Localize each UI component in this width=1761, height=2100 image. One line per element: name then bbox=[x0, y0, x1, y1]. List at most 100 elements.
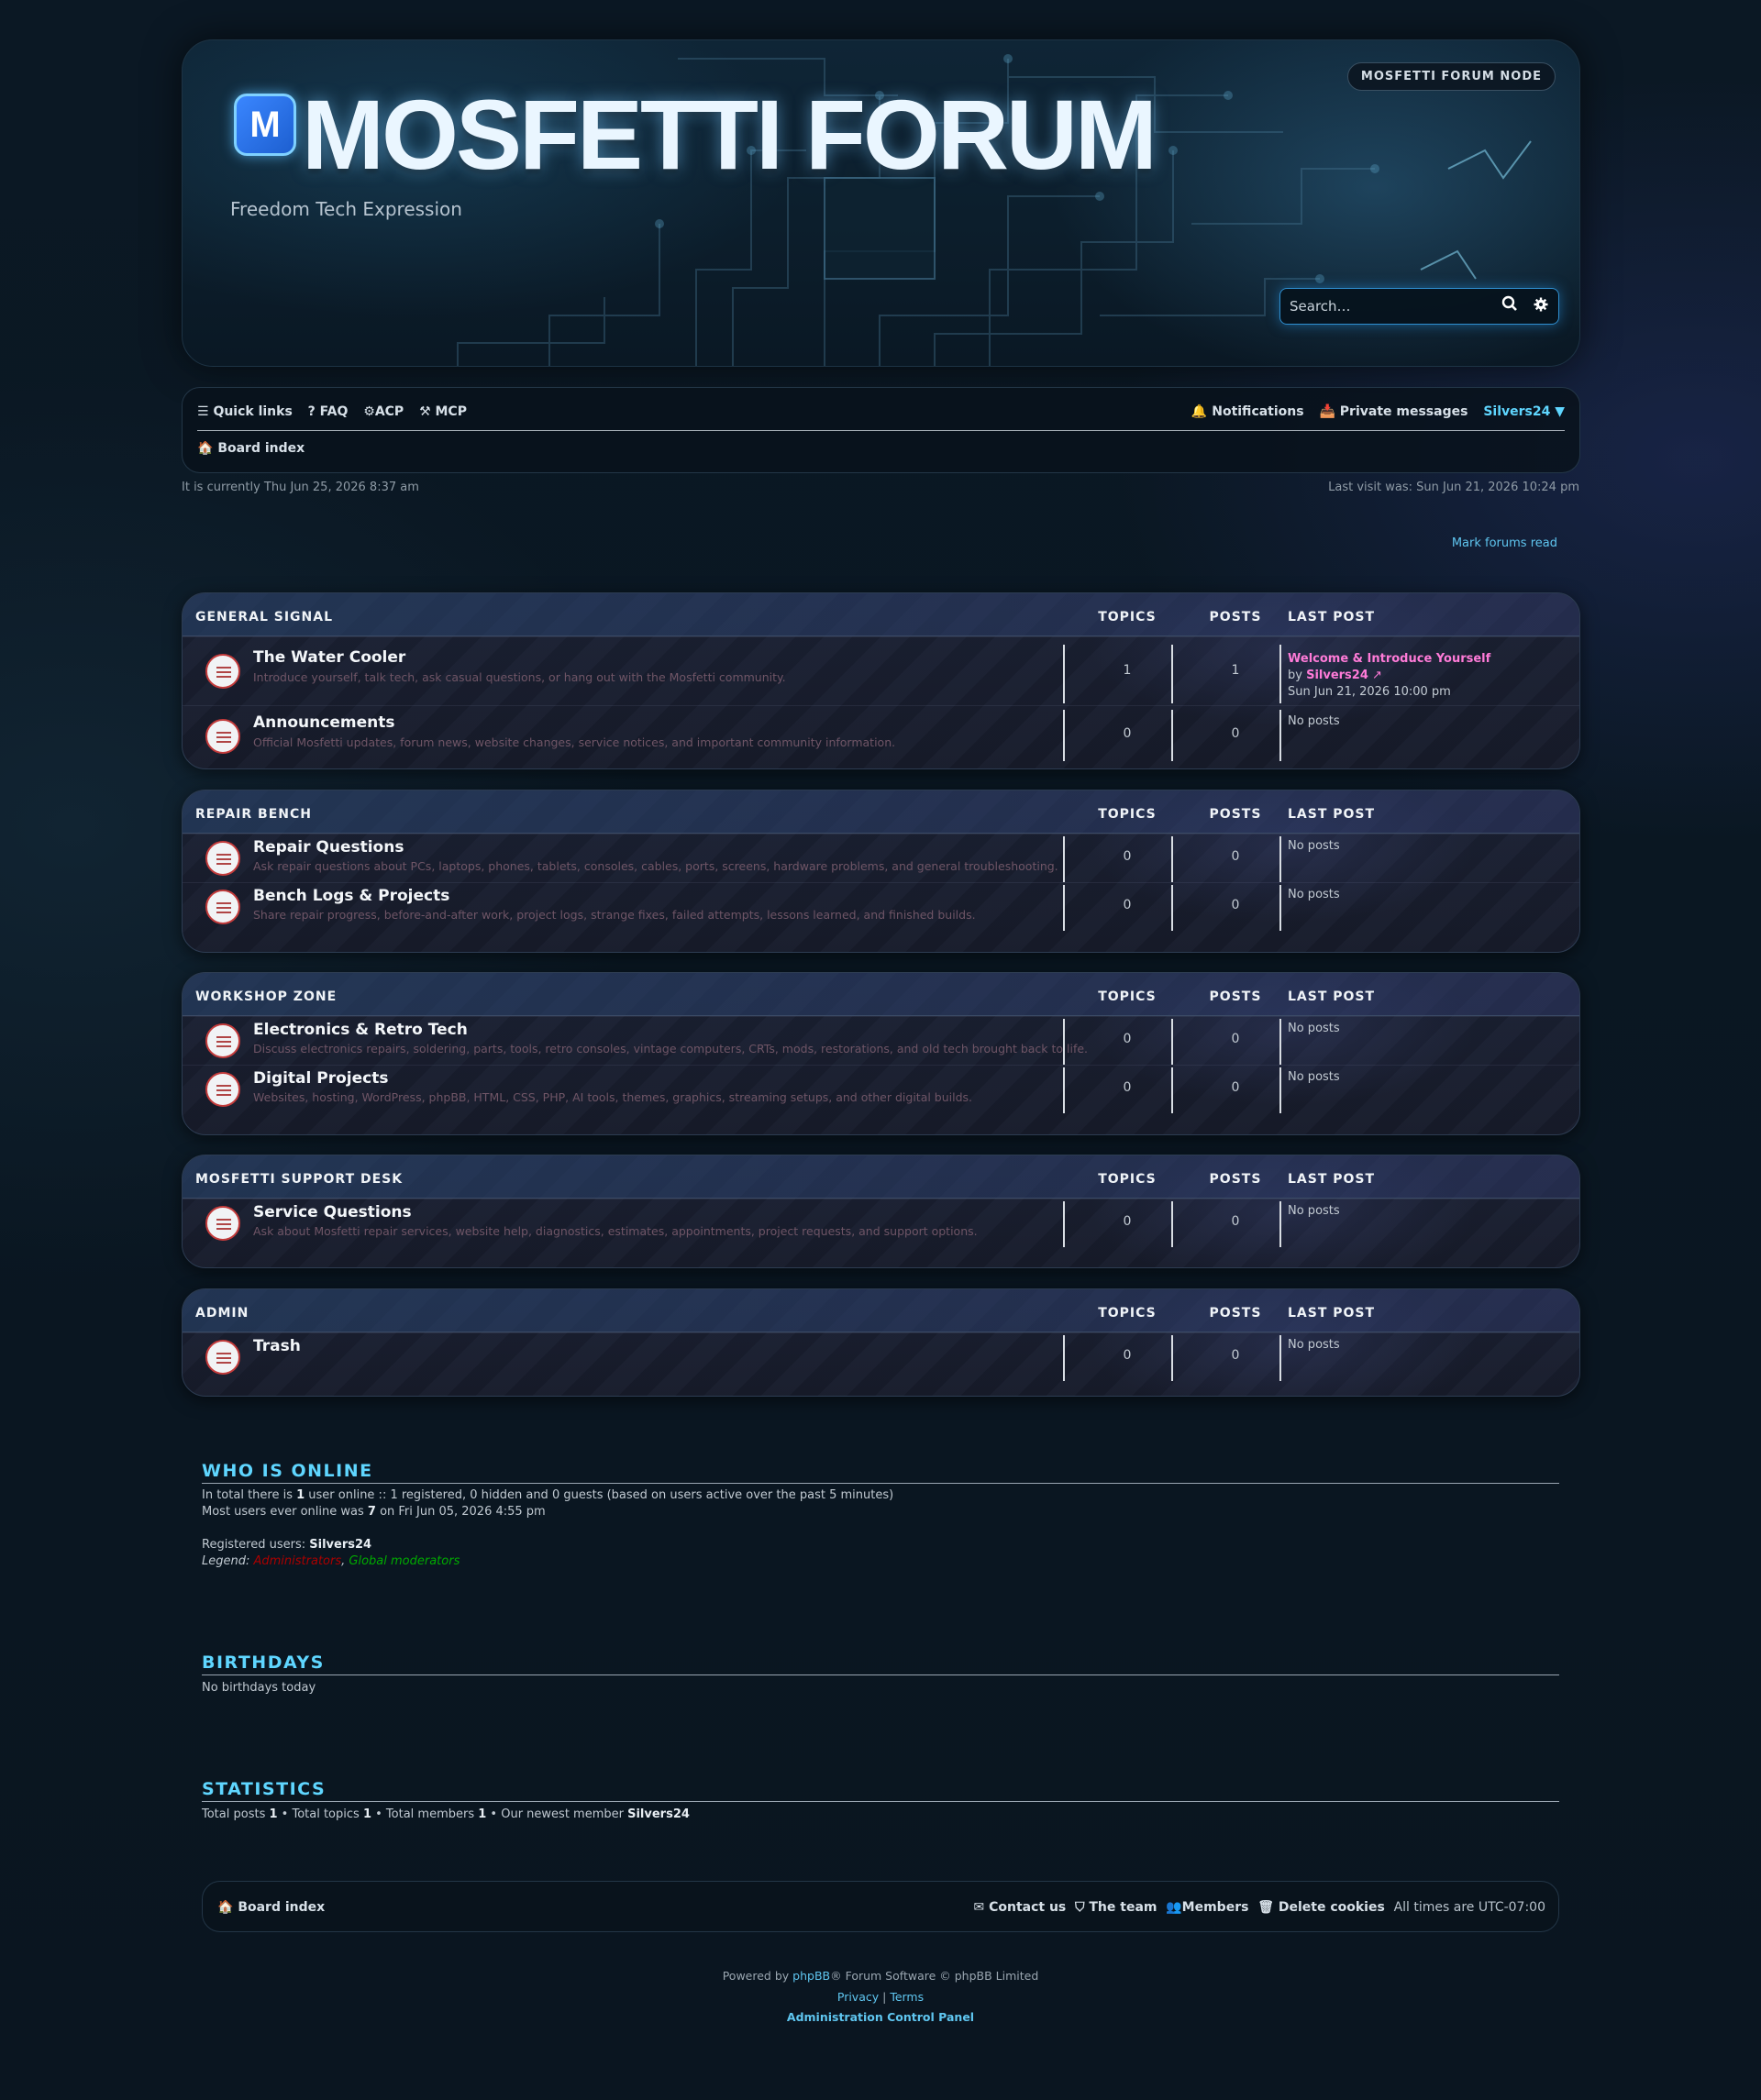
user-menu[interactable]: Silvers24 ▼ bbox=[1483, 404, 1565, 419]
legend-global-moderators[interactable]: Global moderators bbox=[349, 1554, 460, 1568]
navbar: ☰ Quick links ? FAQ ⚙ACP ⚒ MCP 🔔 Notific… bbox=[182, 387, 1580, 473]
topics-count: 0 bbox=[1123, 849, 1132, 864]
search-icon[interactable] bbox=[1497, 294, 1523, 320]
policy-links: Privacy | Terms bbox=[0, 1990, 1761, 2004]
online-text: In total there is bbox=[202, 1488, 297, 1502]
column-divider bbox=[1171, 1019, 1173, 1065]
caret-down-icon: ▼ bbox=[1555, 404, 1565, 419]
forum-description: Ask repair questions about PCs, laptops,… bbox=[253, 859, 1058, 873]
forum-title[interactable]: Bench Logs & Projects bbox=[253, 887, 449, 905]
last-post-title-link[interactable]: Welcome & Introduce Yourself bbox=[1288, 652, 1490, 666]
forum-title[interactable]: The Water Cooler bbox=[253, 648, 405, 667]
envelope-icon: ✉ bbox=[973, 1900, 985, 1915]
search-input[interactable] bbox=[1290, 296, 1464, 316]
column-divider bbox=[1063, 1201, 1065, 1247]
mcp-label: MCP bbox=[435, 404, 467, 419]
registered-user-link[interactable]: Silvers24 bbox=[309, 1538, 371, 1552]
node-badge: MOSFETTI FORUM NODE bbox=[1346, 62, 1556, 91]
last-post-author-link[interactable]: Silvers24 bbox=[1306, 669, 1368, 682]
private-messages-link[interactable]: 📥 Private messages bbox=[1319, 404, 1468, 419]
users-icon: 👥 bbox=[1166, 1900, 1182, 1915]
inbox-icon: 📥 bbox=[1319, 404, 1335, 419]
last-visit: Last visit was: Sun Jun 21, 2026 10:24 p… bbox=[1328, 481, 1579, 494]
forum-read-icon bbox=[205, 1023, 240, 1058]
legend-administrators[interactable]: Administrators bbox=[254, 1554, 342, 1568]
column-divider bbox=[1171, 1067, 1173, 1113]
column-divider bbox=[1063, 1019, 1065, 1065]
forum-row: The Water Cooler Introduce yourself, tal… bbox=[183, 636, 1579, 705]
members-link[interactable]: 👥Members bbox=[1166, 1900, 1248, 1915]
privacy-link[interactable]: Privacy bbox=[837, 1990, 879, 2004]
posts-header: POSTS bbox=[1209, 1172, 1262, 1187]
forum-title[interactable]: Electronics & Retro Tech bbox=[253, 1021, 468, 1039]
topics-count: 1 bbox=[1123, 663, 1132, 678]
last-post-info: No posts bbox=[1288, 1204, 1340, 1218]
administration-control-panel-link[interactable]: Administration Control Panel bbox=[787, 2010, 974, 2024]
column-divider bbox=[1171, 836, 1173, 882]
category-admin: ADMIN TOPICS POSTS LAST POST Trash 0 0 N… bbox=[182, 1288, 1580, 1397]
acp-label: ACP bbox=[374, 404, 404, 419]
delete-cookies-link[interactable]: 🗑 Delete cookies bbox=[1257, 1900, 1385, 1915]
posts-header: POSTS bbox=[1209, 1306, 1262, 1321]
terms-link[interactable]: Terms bbox=[890, 1990, 924, 2004]
forum-title[interactable]: Repair Questions bbox=[253, 838, 404, 857]
who-is-online-title[interactable]: WHO IS ONLINE bbox=[202, 1461, 373, 1481]
column-divider bbox=[1063, 885, 1065, 931]
last-post-info: No posts bbox=[1288, 714, 1340, 728]
notifications-button[interactable]: 🔔 Notifications bbox=[1191, 404, 1304, 419]
total-posts: 1 bbox=[269, 1807, 278, 1821]
powered-by: Powered by phpBB® Forum Software © phpBB… bbox=[0, 1969, 1761, 1983]
category-title[interactable]: MOSFETTI SUPPORT DESK bbox=[195, 1172, 403, 1187]
the-team-link[interactable]: ⛉ The team bbox=[1075, 1900, 1157, 1915]
forum-row: Repair Questions Ask repair questions ab… bbox=[183, 834, 1579, 882]
forum-title[interactable]: Trash bbox=[253, 1337, 301, 1355]
faq-link[interactable]: ? FAQ bbox=[308, 404, 349, 419]
contact-us-link[interactable]: ✉ Contact us bbox=[973, 1900, 1066, 1915]
forum-read-icon bbox=[205, 719, 240, 754]
timezone-text: All times are UTC-07:00 bbox=[1393, 1900, 1545, 1915]
category-title[interactable]: GENERAL SIGNAL bbox=[195, 610, 333, 624]
last-post-info: No posts bbox=[1288, 1022, 1340, 1035]
logo-icon[interactable]: M bbox=[234, 94, 296, 156]
stat-label: • Our newest member bbox=[486, 1807, 628, 1821]
section-divider bbox=[202, 1674, 1559, 1675]
view-latest-post-icon[interactable]: ↗ bbox=[1372, 669, 1382, 682]
last-post-date: Sun Jun 21, 2026 10:00 pm bbox=[1288, 685, 1451, 699]
record-count: 7 bbox=[367, 1505, 376, 1519]
mcp-link[interactable]: ⚒ MCP bbox=[419, 404, 467, 419]
footer-board-index-link[interactable]: 🏠 Board index bbox=[217, 1900, 325, 1915]
forum-title[interactable]: Service Questions bbox=[253, 1203, 412, 1221]
site-description: Freedom Tech Expression bbox=[230, 198, 462, 220]
category-title[interactable]: REPAIR BENCH bbox=[195, 807, 312, 822]
birthdays-text: No birthdays today bbox=[202, 1681, 316, 1695]
forum-description: Share repair progress, before-and-after … bbox=[253, 908, 976, 922]
search-box bbox=[1279, 288, 1559, 325]
acp-link[interactable]: ⚙ACP bbox=[363, 404, 404, 419]
phpbb-link[interactable]: phpBB bbox=[792, 1969, 830, 1983]
birthdays-title: BIRTHDAYS bbox=[202, 1652, 325, 1673]
statistics-text: Total posts 1 • Total topics 1 • Total m… bbox=[202, 1807, 690, 1823]
newest-member-link[interactable]: Silvers24 bbox=[627, 1807, 690, 1821]
navbar-divider bbox=[197, 430, 1565, 431]
column-divider bbox=[1063, 710, 1065, 761]
members-label: Members bbox=[1181, 1900, 1249, 1915]
mark-forums-read-link[interactable]: Mark forums read bbox=[1452, 536, 1557, 550]
forum-row: Service Questions Ask about Mosfetti rep… bbox=[183, 1199, 1579, 1267]
column-divider bbox=[1171, 1201, 1173, 1247]
forum-description: Ask about Mosfetti repair services, webs… bbox=[253, 1224, 978, 1238]
cogs-icon: ⚙ bbox=[363, 404, 375, 419]
forum-title[interactable]: Digital Projects bbox=[253, 1069, 388, 1088]
quick-links-button[interactable]: ☰ Quick links bbox=[197, 404, 293, 419]
topics-count: 0 bbox=[1123, 898, 1132, 912]
forum-title[interactable]: Announcements bbox=[253, 713, 394, 732]
last-post-header: LAST POST bbox=[1288, 610, 1376, 624]
home-icon: 🏠 bbox=[197, 441, 214, 456]
forum-row: Announcements Official Mosfetti updates,… bbox=[183, 705, 1579, 768]
category-title[interactable]: ADMIN bbox=[195, 1306, 249, 1321]
category-title[interactable]: WORKSHOP ZONE bbox=[195, 989, 337, 1004]
last-post-info: Welcome & Introduce Yourself by Silvers2… bbox=[1288, 651, 1490, 701]
site-title[interactable]: MOSFETTI FORUM bbox=[302, 77, 1157, 192]
advanced-search-gear-icon[interactable] bbox=[1528, 294, 1554, 320]
navbar-top: ☰ Quick links ? FAQ ⚙ACP ⚒ MCP 🔔 Notific… bbox=[197, 404, 1565, 425]
breadcrumb[interactable]: 🏠 Board index bbox=[197, 441, 305, 456]
